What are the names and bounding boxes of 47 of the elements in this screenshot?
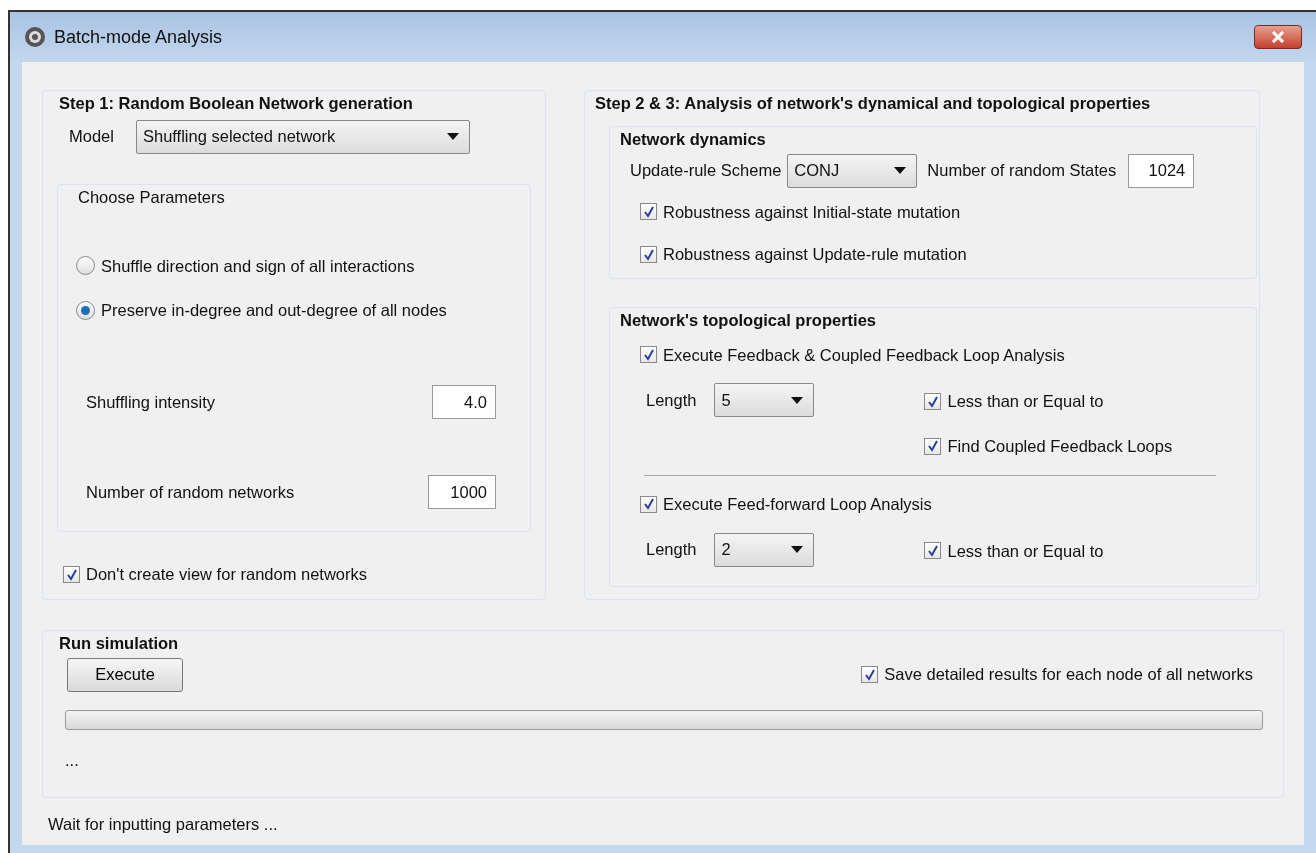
field-label: Shuffling intensity — [86, 391, 217, 413]
dropdown[interactable]: CONJ — [787, 153, 918, 188]
input-field[interactable]: 4.0 — [432, 385, 496, 419]
field-label: Number of random networks — [86, 481, 296, 503]
dropdown[interactable]: 2 — [714, 532, 815, 567]
window-title: Batch-mode Analysis — [54, 25, 223, 49]
checkbox[interactable] — [640, 495, 657, 513]
close-icon — [1271, 31, 1285, 43]
checkbox-label: Save detailed results for each node of all networks — [884, 664, 1253, 686]
caret-icon — [791, 396, 804, 404]
close-button[interactable] — [1254, 25, 1302, 49]
dropdown[interactable]: Shuffling selected network — [135, 119, 470, 154]
checkbox[interactable] — [861, 666, 879, 684]
checkbox[interactable] — [640, 346, 657, 364]
checkbox-label: Less than or Equal to — [947, 540, 1104, 562]
app-icon — [24, 26, 46, 48]
radio-button[interactable] — [76, 301, 95, 321]
checkbox-label: Don't create view for random networks — [86, 564, 367, 586]
checkbox-label: Execute Feedback & Coupled Feedback Loop Analysis — [663, 344, 1065, 366]
status-text: Wait for inputting parameters ... — [48, 815, 278, 834]
caret-icon — [894, 167, 907, 174]
checkbox-label: Robustness against Initial-state mutation — [663, 201, 961, 223]
progress-message: ... — [65, 749, 79, 771]
checkbox[interactable] — [924, 542, 942, 560]
checkbox-label: Less than or Equal to — [947, 391, 1104, 413]
checkbox-label: Find Coupled Feedback Loops — [947, 436, 1173, 458]
execute-button[interactable]: Execute — [67, 657, 183, 692]
caret-icon — [791, 546, 804, 554]
checkbox[interactable] — [63, 566, 80, 584]
checkbox[interactable] — [924, 393, 942, 411]
input-field[interactable]: 1000 — [428, 475, 496, 509]
field-label: Update-rule Scheme — [630, 160, 782, 182]
field-label: Model — [69, 126, 114, 148]
dropdown[interactable]: 5 — [714, 383, 815, 418]
field-label: Length — [646, 389, 697, 411]
checkbox[interactable] — [924, 437, 942, 455]
field-label: Number of random States — [927, 160, 1117, 182]
checkbox[interactable] — [640, 246, 657, 264]
radio-label: Preserve in-degree and out-degree of all nodes — [101, 300, 447, 322]
checkbox[interactable] — [640, 203, 657, 221]
field-label: Length — [646, 539, 697, 561]
input-field[interactable]: 1024 — [1128, 153, 1195, 188]
radio-button[interactable] — [76, 256, 95, 276]
checkbox-label: Robustness against Update-rule mutation — [663, 244, 967, 266]
radio-label: Shuffle direction and sign of all interactions — [101, 255, 415, 277]
caret-icon — [446, 133, 459, 141]
checkbox-label: Execute Feed-forward Loop Analysis — [663, 493, 932, 515]
